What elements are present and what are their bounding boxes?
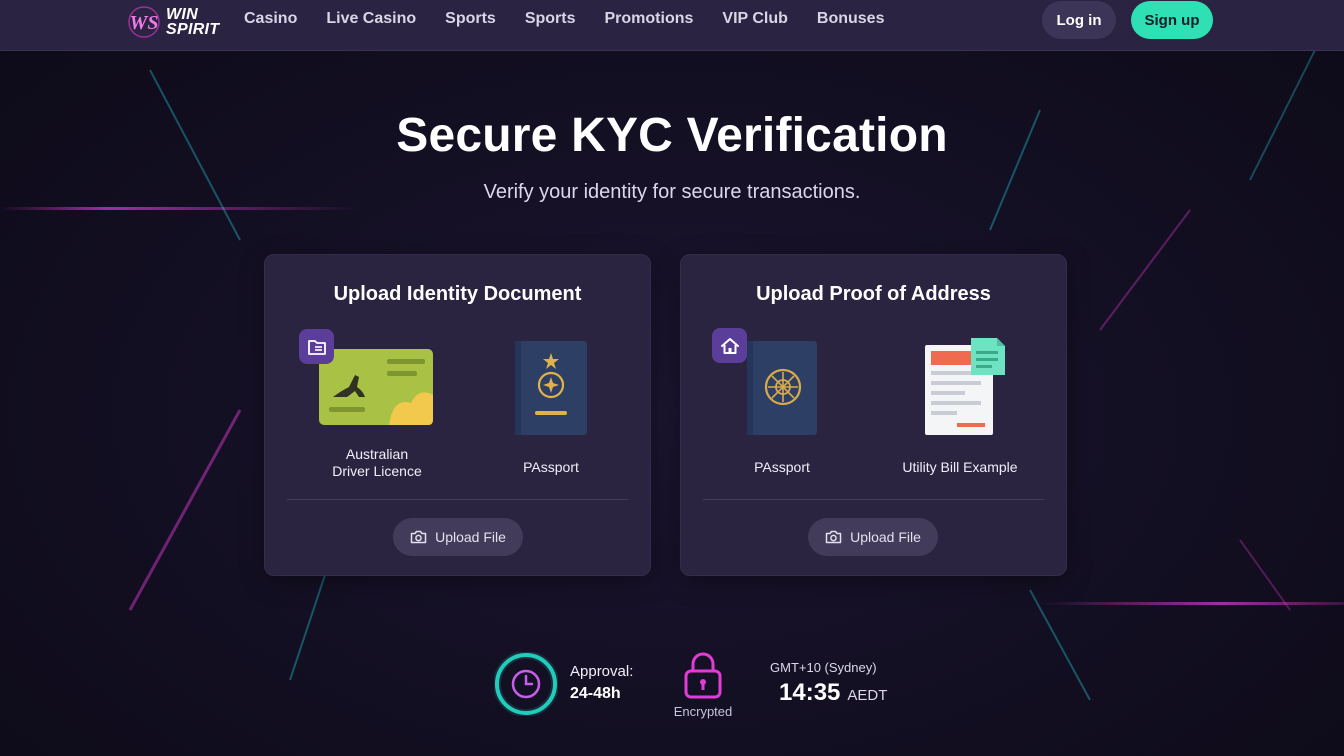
utility-bill-icon (925, 338, 1005, 435)
brand-logo[interactable]: WS WIN SPIRIT (126, 2, 226, 42)
nav-item-bonuses[interactable]: Bonuses (817, 10, 885, 28)
nav-item-vip-club[interactable]: VIP Club (722, 10, 788, 28)
doc-label-driver-licence-line1: Australian (345, 446, 409, 462)
identity-document-card: Upload Identity Document Australian Driv… (264, 254, 651, 576)
time-zone: AEDT (847, 687, 888, 704)
nav-item-sports-2[interactable]: Sports (525, 10, 576, 28)
main-nav: Casino Live Casino Sports Sports Promoti… (244, 0, 913, 38)
brand-wordmark-line1: WIN (166, 6, 199, 23)
local-time: 14:35 AEDT (779, 679, 887, 707)
doc-label-passport: PAssport (523, 459, 579, 475)
page-subtitle: Verify your identity for secure transact… (483, 181, 861, 203)
nav-item-sports[interactable]: Sports (445, 10, 496, 28)
lock-icon (684, 652, 722, 699)
brand-wordmark: WIN SPIRIT (166, 6, 220, 38)
approval-value: 24-48h (570, 685, 621, 702)
upload-address-label: Upload File (850, 529, 921, 545)
camera-icon (410, 530, 427, 544)
card-divider (287, 499, 628, 500)
top-navigation-bar: WS WIN SPIRIT Casino Live Casino Sports … (0, 0, 1344, 51)
doc-label-utility-bill: Utility Bill Example (902, 459, 1018, 475)
address-card-title: Upload Proof of Address (756, 283, 991, 305)
clock-icon (494, 652, 558, 716)
folder-badge (299, 329, 334, 364)
brand-wordmark-line2: SPIRIT (166, 21, 220, 38)
timezone-label: GMT+10 (Sydney) (770, 660, 877, 675)
encrypted-label: Encrypted (673, 704, 733, 719)
folder-icon (307, 339, 326, 355)
card-divider (703, 499, 1044, 500)
identity-card-title: Upload Identity Document (333, 283, 582, 305)
camera-icon (825, 530, 842, 544)
approval-label: Approval: (570, 663, 634, 680)
passport-icon (515, 341, 587, 435)
brand-logo-mark-text: WS (130, 12, 159, 34)
login-button[interactable]: Log in (1042, 1, 1116, 39)
upload-identity-button[interactable]: Upload File (393, 518, 523, 556)
nav-item-live-casino[interactable]: Live Casino (326, 10, 416, 28)
home-icon (720, 337, 739, 354)
upload-identity-label: Upload File (435, 529, 506, 545)
driver-licence-icon (319, 349, 433, 425)
page-title: Secure KYC Verification (396, 109, 948, 162)
nav-item-promotions[interactable]: Promotions (605, 10, 694, 28)
nav-item-casino[interactable]: Casino (244, 10, 297, 28)
passport-icon (747, 341, 817, 435)
doc-label-driver-licence-line2: Driver Licence (332, 463, 422, 479)
doc-label-driver-licence: Australian Driver Licence (317, 446, 437, 480)
signup-button[interactable]: Sign up (1131, 1, 1213, 39)
doc-label-passport-address: PAssport (754, 459, 810, 475)
proof-of-address-card: Upload Proof of Address PAssport Utility… (680, 254, 1067, 576)
time-value: 14:35 (779, 679, 841, 706)
home-badge (712, 328, 747, 363)
brand-logo-mark-icon: WS (128, 6, 160, 38)
upload-address-button[interactable]: Upload File (808, 518, 938, 556)
